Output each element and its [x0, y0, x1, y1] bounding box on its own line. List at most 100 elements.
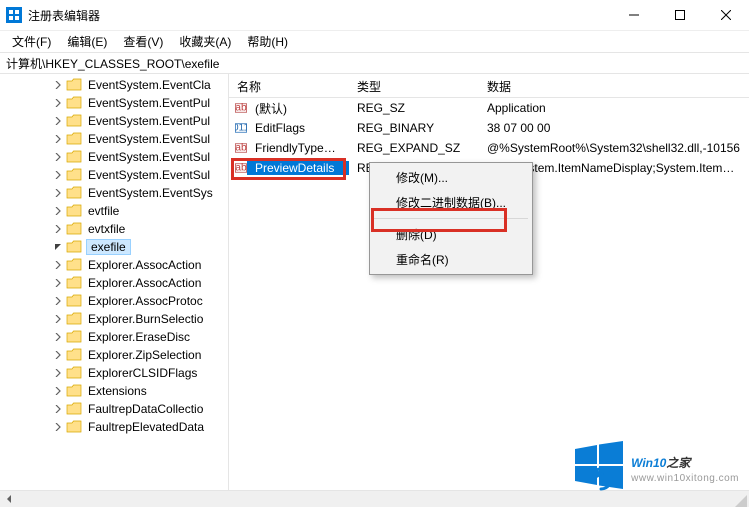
folder-icon	[66, 420, 82, 434]
scroll-left-button[interactable]	[0, 491, 18, 507]
chevron-right-icon[interactable]	[52, 331, 64, 343]
tree-item-label: EventSystem.EventPul	[86, 96, 212, 110]
folder-icon	[66, 186, 82, 200]
chevron-right-icon[interactable]	[52, 259, 64, 271]
maximize-button[interactable]	[657, 0, 703, 30]
chevron-right-icon[interactable]	[52, 295, 64, 307]
chevron-right-icon[interactable]	[52, 223, 64, 235]
tree-item[interactable]: Explorer.AssocProtoc	[0, 292, 228, 310]
list-pane[interactable]: 名称 类型 数据 ab(默认)REG_SZApplication011EditF…	[229, 74, 749, 490]
col-type[interactable]: 类型	[349, 74, 479, 97]
chevron-right-icon[interactable]	[52, 205, 64, 217]
menu-help[interactable]: 帮助(H)	[239, 31, 296, 52]
scroll-track[interactable]	[18, 491, 749, 507]
tree-item[interactable]: Explorer.BurnSelectio	[0, 310, 228, 328]
ctx-rename[interactable]: 重命名(R)	[372, 247, 530, 272]
tree-item-label: Explorer.AssocAction	[86, 276, 203, 290]
windows-logo-icon	[573, 439, 625, 491]
tree-pane[interactable]: EventSystem.EventCla EventSystem.EventPul…	[0, 74, 228, 490]
folder-icon	[66, 402, 82, 416]
tree-item[interactable]: FaultrepDataCollectio	[0, 400, 228, 418]
chevron-right-icon[interactable]	[52, 313, 64, 325]
list-row[interactable]: ab(默认)REG_SZApplication	[229, 98, 749, 118]
string-value-icon: ab	[229, 101, 247, 115]
tree-item[interactable]: FaultrepElevatedData	[0, 418, 228, 436]
list-header: 名称 类型 数据	[229, 74, 749, 98]
chevron-right-icon[interactable]	[52, 349, 64, 361]
svg-text:ab: ab	[235, 163, 247, 174]
folder-icon	[66, 168, 82, 182]
watermark-brand: Win10之家	[631, 447, 739, 473]
chevron-right-icon[interactable]	[52, 79, 64, 91]
chevron-right-icon[interactable]	[52, 403, 64, 415]
corner-dogear	[735, 495, 747, 507]
tree-item-label: evtfile	[86, 204, 121, 218]
value-name: (默认)	[247, 100, 349, 117]
tree-item[interactable]: Extensions	[0, 382, 228, 400]
value-type: REG_EXPAND_SZ	[349, 141, 479, 155]
context-menu: 修改(M)... 修改二进制数据(B)... 删除(D) 重命名(R)	[369, 162, 533, 275]
tree-item-label: Explorer.AssocProtoc	[86, 294, 205, 308]
tree-item[interactable]: Explorer.AssocAction	[0, 274, 228, 292]
folder-icon	[66, 132, 82, 146]
chevron-right-icon[interactable]	[52, 187, 64, 199]
chevron-right-icon[interactable]	[52, 367, 64, 379]
chevron-right-icon[interactable]	[52, 115, 64, 127]
ctx-modify-binary[interactable]: 修改二进制数据(B)...	[372, 190, 530, 215]
ctx-modify[interactable]: 修改(M)...	[372, 165, 530, 190]
chevron-right-icon[interactable]	[52, 277, 64, 289]
chevron-right-icon[interactable]	[52, 421, 64, 433]
close-button[interactable]	[703, 0, 749, 30]
chevron-down-icon[interactable]	[52, 241, 64, 253]
list-row[interactable]: 011EditFlagsREG_BINARY38 07 00 00	[229, 118, 749, 138]
tree-item[interactable]: evtfile	[0, 202, 228, 220]
tree-item[interactable]: EventSystem.EventPul	[0, 112, 228, 130]
col-data[interactable]: 数据	[479, 74, 749, 97]
tree-item-label: Explorer.EraseDisc	[86, 330, 192, 344]
value-name: FriendlyTypeN...	[247, 141, 349, 155]
minimize-button[interactable]	[611, 0, 657, 30]
tree-item[interactable]: exefile	[0, 238, 228, 256]
tree-item[interactable]: EventSystem.EventCla	[0, 76, 228, 94]
svg-text:ab: ab	[235, 143, 247, 154]
address-bar[interactable]: 计算机\HKEY_CLASSES_ROOT\exefile	[0, 52, 749, 74]
tree-item-label: Explorer.ZipSelection	[86, 348, 203, 362]
svg-text:ab: ab	[235, 103, 247, 114]
list-row[interactable]: abFriendlyTypeN...REG_EXPAND_SZ@%SystemR…	[229, 138, 749, 158]
tree-item[interactable]: EventSystem.EventSul	[0, 130, 228, 148]
col-name[interactable]: 名称	[229, 74, 349, 97]
tree-item-label: EventSystem.EventCla	[86, 78, 213, 92]
tree-item-label: EventSystem.EventSul	[86, 132, 212, 146]
tree-item[interactable]: Explorer.ZipSelection	[0, 346, 228, 364]
address-text: 计算机\HKEY_CLASSES_ROOT\exefile	[6, 55, 219, 72]
tree-item[interactable]: EventSystem.EventSul	[0, 166, 228, 184]
menu-edit[interactable]: 编辑(E)	[59, 31, 115, 52]
menu-favorites[interactable]: 收藏夹(A)	[171, 31, 239, 52]
horizontal-scrollbar[interactable]	[0, 490, 749, 507]
tree-item-label: EventSystem.EventSys	[86, 186, 215, 200]
tree-item[interactable]: EventSystem.EventSul	[0, 148, 228, 166]
folder-icon	[66, 204, 82, 218]
svg-text:011: 011	[235, 123, 247, 134]
chevron-right-icon[interactable]	[52, 151, 64, 163]
menu-view[interactable]: 查看(V)	[115, 31, 171, 52]
chevron-right-icon[interactable]	[52, 97, 64, 109]
tree-item[interactable]: evtxfile	[0, 220, 228, 238]
tree-item[interactable]: Explorer.AssocAction	[0, 256, 228, 274]
menu-file[interactable]: 文件(F)	[4, 31, 59, 52]
chevron-right-icon[interactable]	[52, 385, 64, 397]
tree-item[interactable]: EventSystem.EventSys	[0, 184, 228, 202]
folder-icon	[66, 258, 82, 272]
chevron-right-icon[interactable]	[52, 169, 64, 181]
folder-icon	[66, 366, 82, 380]
tree-item-label: Explorer.BurnSelectio	[86, 312, 205, 326]
tree-item[interactable]: EventSystem.EventPul	[0, 94, 228, 112]
tree-item[interactable]: Explorer.EraseDisc	[0, 328, 228, 346]
chevron-right-icon[interactable]	[52, 133, 64, 145]
ctx-delete[interactable]: 删除(D)	[372, 222, 530, 247]
tree-item-label: EventSystem.EventPul	[86, 114, 212, 128]
tree-item[interactable]: ExplorerCLSIDFlags	[0, 364, 228, 382]
tree-item-label: EventSystem.EventSul	[86, 150, 212, 164]
ctx-separator	[374, 218, 528, 219]
folder-icon	[66, 384, 82, 398]
